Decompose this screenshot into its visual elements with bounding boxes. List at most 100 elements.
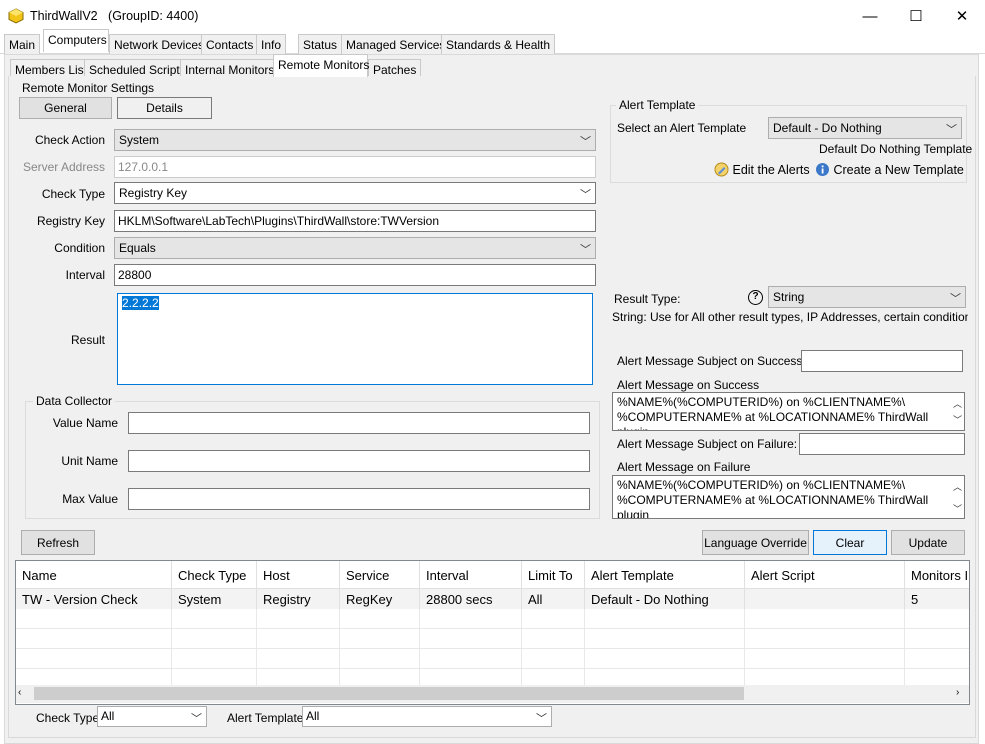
registry-key-field[interactable]: HKLM\Software\LabTech\Plugins\ThirdWall\… [114, 210, 596, 232]
tab-managed-services[interactable]: Managed Services [341, 34, 451, 54]
interval-label: Interval [65, 268, 105, 282]
result-type-select[interactable]: String ﹀ [768, 286, 966, 308]
check-type-select[interactable]: Registry Key ﹀ [114, 182, 596, 204]
alert-template-select-label: Select an Alert Template [617, 121, 747, 135]
msg-success-field[interactable]: %NAME%(%COMPUTERID%) on %CLIENTNAME%\ %C… [612, 392, 965, 431]
registry-key-label: Registry Key [36, 214, 105, 228]
create-template-link[interactable]: Create a New Template [815, 162, 964, 177]
window-title: ThirdWallV2 (GroupID: 4400) [30, 9, 199, 23]
col-alert-script[interactable]: Alert Script [745, 561, 905, 589]
cell-alert-template: Default - Do Nothing [585, 589, 745, 609]
result-type-hint: String: Use for All other result types, … [612, 310, 968, 324]
chevron-down-icon: ﹀ [580, 244, 591, 256]
details-button[interactable]: Details [117, 97, 212, 119]
scroll-right-icon[interactable]: › [956, 687, 959, 698]
cell-limit-to: All [522, 589, 585, 609]
alert-template-title: Alert Template [616, 98, 699, 112]
result-label: Result [70, 333, 105, 347]
cell-alert-script [745, 589, 905, 609]
alert-template-select[interactable]: Default - Do Nothing ﹀ [768, 117, 962, 139]
edit-alerts-link[interactable]: Edit the Alerts [714, 162, 810, 177]
maximize-button[interactable]: ☐ [893, 0, 939, 32]
cell-check-type: System [172, 589, 257, 609]
monitors-table: Name Check Type Host Service Interval Li… [15, 560, 970, 705]
result-value: 2.2.2.2 [122, 296, 159, 310]
col-check-type[interactable]: Check Type [172, 561, 257, 589]
minimize-button[interactable]: — [847, 0, 893, 32]
cell-name: TW - Version Check [16, 589, 172, 609]
cell-host: Registry [257, 589, 340, 609]
tab-standards-health[interactable]: Standards & Health [441, 34, 556, 54]
language-override-button[interactable]: Language Override [702, 530, 809, 555]
filter-alert-template-select[interactable]: All ﹀ [302, 706, 552, 727]
info-icon [816, 163, 829, 176]
sub-tabs: Members List Scheduled Scripts Internal … [8, 54, 976, 79]
chevron-down-icon: ﹀ [950, 293, 961, 305]
col-interval[interactable]: Interval [420, 561, 522, 589]
col-host[interactable]: Host [257, 561, 340, 589]
tab-main[interactable]: Main [4, 34, 41, 54]
tab-status[interactable]: Status [298, 34, 343, 54]
empty-rows [16, 609, 969, 687]
data-collector-title: Data Collector [33, 394, 116, 408]
cell-monitors: 5 [911, 592, 919, 607]
col-service[interactable]: Service [340, 561, 420, 589]
cell-interval: 28800 secs [420, 589, 522, 609]
tab-computers[interactable]: Computers [43, 29, 109, 52]
msg-failure-field[interactable]: %NAME%(%COMPUTERID%) on %CLIENTNAME%\ %C… [612, 475, 965, 519]
help-icon[interactable]: ? [748, 290, 763, 305]
interval-field[interactable]: 28800 [114, 264, 596, 286]
value-name-field[interactable] [128, 412, 590, 434]
server-address-label: Server Address [22, 160, 105, 174]
table-row[interactable]: TW - Version Check System Registry RegKe… [16, 589, 969, 609]
subject-failure-field[interactable] [799, 433, 965, 455]
result-field[interactable]: 2.2.2.2 [117, 293, 593, 385]
unit-name-field[interactable] [128, 450, 590, 472]
filter-check-type-label: Check Type [36, 711, 100, 725]
general-button[interactable]: General [19, 97, 112, 119]
clear-button[interactable]: Clear [813, 530, 887, 555]
subject-success-label: Alert Message Subject on Success: [617, 354, 806, 368]
close-button[interactable]: ✕ [939, 0, 985, 32]
condition-select[interactable]: Equals ﹀ [114, 237, 596, 259]
chevron-down-icon: ﹀ [580, 136, 591, 148]
chevron-down-icon: ﹀ [536, 713, 547, 725]
alert-template-description: Default Do Nothing Template [819, 142, 973, 156]
scroll-down-icon[interactable]: ﹀ [953, 502, 962, 517]
col-monitors[interactable]: Monitors I [905, 561, 969, 589]
chevron-down-icon: ﹀ [191, 713, 202, 725]
max-value-label: Max Value [62, 492, 118, 506]
result-type-label: Result Type: [614, 292, 681, 306]
msg-success-label: Alert Message on Success [617, 378, 760, 392]
main-tabs: Main Computers Network Devices Contacts … [0, 29, 985, 54]
msg-failure-label: Alert Message on Failure [617, 460, 751, 474]
scroll-left-icon[interactable]: ‹ [18, 687, 21, 698]
scrollbar-thumb[interactable] [34, 687, 744, 700]
refresh-button[interactable]: Refresh [21, 530, 95, 555]
tab-info[interactable]: Info [256, 34, 287, 54]
col-limit-to[interactable]: Limit To [522, 561, 585, 589]
condition-label: Condition [54, 241, 105, 255]
col-name[interactable]: Name [16, 561, 172, 589]
check-action-label: Check Action [34, 133, 105, 147]
filter-check-type-select[interactable]: All ﹀ [97, 706, 207, 727]
unit-name-label: Unit Name [61, 454, 118, 468]
subject-success-field[interactable] [801, 350, 963, 372]
scroll-up-icon[interactable]: ︿ [953, 397, 962, 412]
tab-remote-monitors[interactable]: Remote Monitors [273, 54, 369, 77]
scroll-down-icon[interactable]: ﹀ [953, 413, 962, 428]
section-title: Remote Monitor Settings [22, 81, 155, 95]
filter-alert-template-label: Alert Template [227, 711, 304, 725]
col-alert-template[interactable]: Alert Template [585, 561, 745, 589]
tab-network-devices[interactable]: Network Devices [109, 34, 210, 54]
chevron-down-icon: ﹀ [580, 189, 591, 201]
check-action-select[interactable]: System ﹀ [114, 129, 596, 151]
update-button[interactable]: Update [891, 530, 965, 555]
tab-contacts[interactable]: Contacts [201, 34, 259, 54]
scroll-up-icon[interactable]: ︿ [953, 480, 962, 495]
value-name-label: Value Name [52, 416, 118, 430]
chevron-down-icon: ﹀ [946, 124, 957, 136]
subject-failure-label: Alert Message Subject on Failure: [617, 437, 798, 451]
max-value-field[interactable] [128, 488, 590, 510]
horizontal-scrollbar[interactable]: ‹ › [16, 685, 969, 703]
